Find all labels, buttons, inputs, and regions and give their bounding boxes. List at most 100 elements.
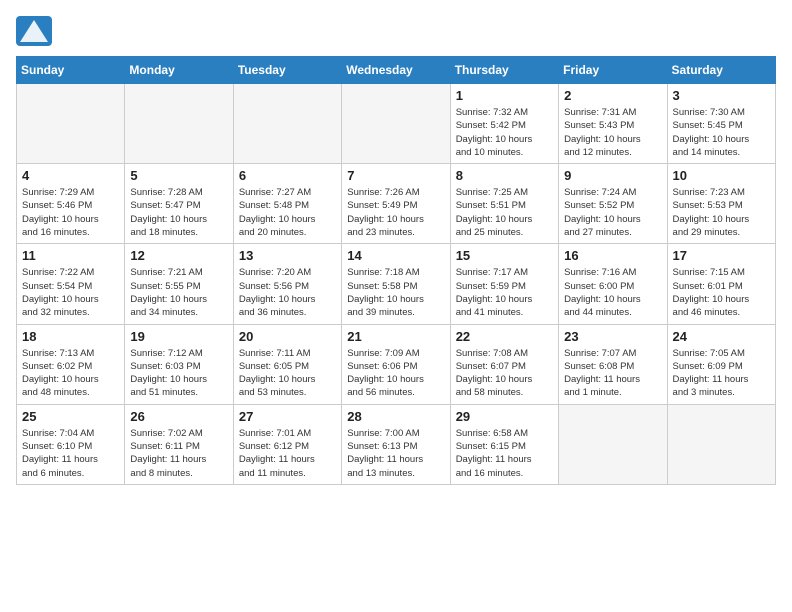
day-info: Sunrise: 7:02 AM Sunset: 6:11 PM Dayligh… — [130, 427, 227, 480]
calendar-cell: 21 Sunrise: 7:09 AM Sunset: 6:06 PM Dayli… — [342, 324, 450, 404]
day-number: 13 — [239, 248, 336, 263]
calendar-cell: 27 Sunrise: 7:01 AM Sunset: 6:12 PM Dayli… — [233, 404, 341, 484]
day-number: 19 — [130, 329, 227, 344]
calendar-week-row: 4 Sunrise: 7:29 AM Sunset: 5:46 PM Daylig… — [17, 164, 776, 244]
day-number: 11 — [22, 248, 119, 263]
calendar-cell: 17 Sunrise: 7:15 AM Sunset: 6:01 PM Dayli… — [667, 244, 775, 324]
day-number: 1 — [456, 88, 553, 103]
calendar-day-header: Saturday — [667, 57, 775, 84]
calendar-cell: 22 Sunrise: 7:08 AM Sunset: 6:07 PM Dayli… — [450, 324, 558, 404]
day-number: 5 — [130, 168, 227, 183]
day-info: Sunrise: 7:27 AM Sunset: 5:48 PM Dayligh… — [239, 186, 336, 239]
calendar-week-row: 25 Sunrise: 7:04 AM Sunset: 6:10 PM Dayli… — [17, 404, 776, 484]
day-number: 12 — [130, 248, 227, 263]
calendar-cell: 28 Sunrise: 7:00 AM Sunset: 6:13 PM Dayli… — [342, 404, 450, 484]
day-number: 8 — [456, 168, 553, 183]
day-number: 16 — [564, 248, 661, 263]
day-number: 21 — [347, 329, 444, 344]
day-info: Sunrise: 7:04 AM Sunset: 6:10 PM Dayligh… — [22, 427, 119, 480]
day-info: Sunrise: 7:24 AM Sunset: 5:52 PM Dayligh… — [564, 186, 661, 239]
day-number: 6 — [239, 168, 336, 183]
calendar-cell: 2 Sunrise: 7:31 AM Sunset: 5:43 PM Daylig… — [559, 84, 667, 164]
day-info: Sunrise: 7:26 AM Sunset: 5:49 PM Dayligh… — [347, 186, 444, 239]
calendar-cell: 16 Sunrise: 7:16 AM Sunset: 6:00 PM Dayli… — [559, 244, 667, 324]
day-info: Sunrise: 7:17 AM Sunset: 5:59 PM Dayligh… — [456, 266, 553, 319]
day-number: 3 — [673, 88, 770, 103]
calendar-cell: 13Sunrise: 7:20 AM Sunset: 5:56 PM Dayli… — [233, 244, 341, 324]
calendar-cell: 4 Sunrise: 7:29 AM Sunset: 5:46 PM Daylig… — [17, 164, 125, 244]
day-number: 9 — [564, 168, 661, 183]
day-info: Sunrise: 7:12 AM Sunset: 6:03 PM Dayligh… — [130, 347, 227, 400]
day-number: 14 — [347, 248, 444, 263]
day-number: 25 — [22, 409, 119, 424]
calendar-week-row: 11 Sunrise: 7:22 AM Sunset: 5:54 PM Dayli… — [17, 244, 776, 324]
page-header — [16, 16, 776, 46]
day-number: 2 — [564, 88, 661, 103]
day-number: 24 — [673, 329, 770, 344]
calendar-body: 1Sunrise: 7:32 AM Sunset: 5:42 PM Daylig… — [17, 84, 776, 485]
calendar-cell: 1Sunrise: 7:32 AM Sunset: 5:42 PM Daylig… — [450, 84, 558, 164]
calendar-day-header: Tuesday — [233, 57, 341, 84]
day-info: Sunrise: 7:00 AM Sunset: 6:13 PM Dayligh… — [347, 427, 444, 480]
calendar-cell: 7 Sunrise: 7:26 AM Sunset: 5:49 PM Daylig… — [342, 164, 450, 244]
day-number: 15 — [456, 248, 553, 263]
calendar-cell: 11 Sunrise: 7:22 AM Sunset: 5:54 PM Dayli… — [17, 244, 125, 324]
day-info: Sunrise: 7:30 AM Sunset: 5:45 PM Dayligh… — [673, 106, 770, 159]
calendar-cell: 26Sunrise: 7:02 AM Sunset: 6:11 PM Dayli… — [125, 404, 233, 484]
calendar-cell: 15 Sunrise: 7:17 AM Sunset: 5:59 PM Dayli… — [450, 244, 558, 324]
calendar-cell — [559, 404, 667, 484]
calendar-cell: 29Sunrise: 6:58 AM Sunset: 6:15 PM Dayli… — [450, 404, 558, 484]
day-info: Sunrise: 7:29 AM Sunset: 5:46 PM Dayligh… — [22, 186, 119, 239]
calendar-cell: 5 Sunrise: 7:28 AM Sunset: 5:47 PM Daylig… — [125, 164, 233, 244]
calendar-cell: 12 Sunrise: 7:21 AM Sunset: 5:55 PM Dayli… — [125, 244, 233, 324]
day-info: Sunrise: 7:09 AM Sunset: 6:06 PM Dayligh… — [347, 347, 444, 400]
calendar-cell: 8 Sunrise: 7:25 AM Sunset: 5:51 PM Daylig… — [450, 164, 558, 244]
day-number: 10 — [673, 168, 770, 183]
calendar-day-header: Sunday — [17, 57, 125, 84]
day-number: 22 — [456, 329, 553, 344]
calendar-table: SundayMondayTuesdayWednesdayThursdayFrid… — [16, 56, 776, 485]
day-number: 17 — [673, 248, 770, 263]
calendar-cell: 9 Sunrise: 7:24 AM Sunset: 5:52 PM Daylig… — [559, 164, 667, 244]
day-number: 18 — [22, 329, 119, 344]
calendar-week-row: 1Sunrise: 7:32 AM Sunset: 5:42 PM Daylig… — [17, 84, 776, 164]
day-info: Sunrise: 6:58 AM Sunset: 6:15 PM Dayligh… — [456, 427, 553, 480]
day-number: 4 — [22, 168, 119, 183]
calendar-cell — [17, 84, 125, 164]
day-info: Sunrise: 7:16 AM Sunset: 6:00 PM Dayligh… — [564, 266, 661, 319]
day-number: 7 — [347, 168, 444, 183]
day-number: 28 — [347, 409, 444, 424]
calendar-cell: 20Sunrise: 7:11 AM Sunset: 6:05 PM Dayli… — [233, 324, 341, 404]
calendar-day-header: Monday — [125, 57, 233, 84]
calendar-cell: 10 Sunrise: 7:23 AM Sunset: 5:53 PM Dayli… — [667, 164, 775, 244]
calendar-cell: 18 Sunrise: 7:13 AM Sunset: 6:02 PM Dayli… — [17, 324, 125, 404]
day-info: Sunrise: 7:07 AM Sunset: 6:08 PM Dayligh… — [564, 347, 661, 400]
day-info: Sunrise: 7:01 AM Sunset: 6:12 PM Dayligh… — [239, 427, 336, 480]
day-info: Sunrise: 7:08 AM Sunset: 6:07 PM Dayligh… — [456, 347, 553, 400]
logo — [16, 16, 56, 46]
day-info: Sunrise: 7:15 AM Sunset: 6:01 PM Dayligh… — [673, 266, 770, 319]
day-info: Sunrise: 7:13 AM Sunset: 6:02 PM Dayligh… — [22, 347, 119, 400]
calendar-cell — [342, 84, 450, 164]
calendar-cell: 19 Sunrise: 7:12 AM Sunset: 6:03 PM Dayli… — [125, 324, 233, 404]
day-info: Sunrise: 7:31 AM Sunset: 5:43 PM Dayligh… — [564, 106, 661, 159]
day-info: Sunrise: 7:05 AM Sunset: 6:09 PM Dayligh… — [673, 347, 770, 400]
calendar-day-header: Thursday — [450, 57, 558, 84]
day-info: Sunrise: 7:22 AM Sunset: 5:54 PM Dayligh… — [22, 266, 119, 319]
day-info: Sunrise: 7:28 AM Sunset: 5:47 PM Dayligh… — [130, 186, 227, 239]
calendar-header-row: SundayMondayTuesdayWednesdayThursdayFrid… — [17, 57, 776, 84]
calendar-cell — [233, 84, 341, 164]
calendar-cell — [667, 404, 775, 484]
calendar-cell: 23Sunrise: 7:07 AM Sunset: 6:08 PM Dayli… — [559, 324, 667, 404]
day-info: Sunrise: 7:18 AM Sunset: 5:58 PM Dayligh… — [347, 266, 444, 319]
day-number: 27 — [239, 409, 336, 424]
logo-icon — [16, 16, 52, 46]
day-info: Sunrise: 7:11 AM Sunset: 6:05 PM Dayligh… — [239, 347, 336, 400]
calendar-cell: 14 Sunrise: 7:18 AM Sunset: 5:58 PM Dayli… — [342, 244, 450, 324]
day-info: Sunrise: 7:21 AM Sunset: 5:55 PM Dayligh… — [130, 266, 227, 319]
day-info: Sunrise: 7:23 AM Sunset: 5:53 PM Dayligh… — [673, 186, 770, 239]
calendar-week-row: 18 Sunrise: 7:13 AM Sunset: 6:02 PM Dayli… — [17, 324, 776, 404]
day-info: Sunrise: 7:25 AM Sunset: 5:51 PM Dayligh… — [456, 186, 553, 239]
calendar-cell: 25 Sunrise: 7:04 AM Sunset: 6:10 PM Dayli… — [17, 404, 125, 484]
calendar-cell: 24 Sunrise: 7:05 AM Sunset: 6:09 PM Dayli… — [667, 324, 775, 404]
